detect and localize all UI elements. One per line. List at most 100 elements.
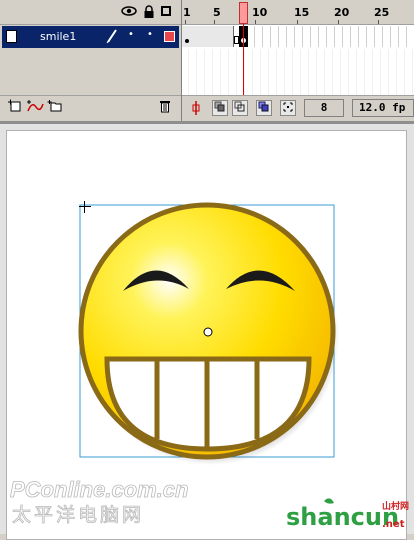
frame-rate-field[interactable]: 12.0 fp [352, 99, 414, 117]
tick-mark [378, 20, 379, 24]
frame-cell[interactable] [408, 26, 414, 47]
empty-frame-column [310, 49, 317, 95]
frame-cell[interactable] [288, 26, 295, 47]
shancun-watermark: shancun 山村网 .net [286, 498, 409, 531]
pencil-icon [106, 28, 118, 48]
empty-frame-column [374, 49, 381, 95]
frame-cell[interactable] [248, 26, 255, 47]
frame-cell[interactable] [328, 26, 335, 47]
tick-mark [297, 20, 298, 24]
empty-frame-column [398, 49, 405, 95]
frame-cell[interactable] [272, 26, 279, 47]
frame-cell[interactable] [256, 26, 263, 47]
frame-cell[interactable] [336, 26, 343, 47]
empty-frame-column [262, 49, 269, 95]
empty-frame-column [230, 49, 237, 95]
playhead[interactable] [239, 2, 248, 24]
watermark-brand: PConline.com.cn [10, 477, 188, 502]
layer-row[interactable]: smile1 • • [2, 26, 179, 48]
empty-frame-column [246, 49, 253, 95]
frame-cell[interactable] [352, 26, 359, 47]
lock-dot-icon[interactable]: • [147, 29, 153, 40]
tick-label: 25 [374, 6, 390, 19]
empty-frame-column [294, 49, 301, 95]
empty-frame-column [270, 49, 277, 95]
frame-cell[interactable] [360, 26, 367, 47]
layer-color-swatch[interactable] [164, 31, 175, 42]
empty-frame-column [206, 49, 213, 95]
layers-panel: smile1 • • [0, 0, 182, 122]
visibility-dot-icon[interactable]: • [128, 29, 134, 40]
frame-cell[interactable] [264, 26, 271, 47]
layer-header [0, 0, 181, 25]
empty-frame-column [350, 49, 357, 95]
frames-area: 1 5 10 15 20 25 8 12.0 fp [182, 0, 414, 122]
timeline-status-bar: 8 12.0 fp [182, 95, 414, 122]
tick-mark [185, 20, 186, 24]
empty-frame-column [334, 49, 341, 95]
empty-frame-column [318, 49, 325, 95]
empty-frame-column [182, 49, 189, 95]
empty-frame-column [326, 49, 333, 95]
onion-skin-icon[interactable] [212, 100, 228, 116]
frame-cell[interactable] [320, 26, 327, 47]
frame-cell[interactable] [384, 26, 391, 47]
stage-area [0, 121, 414, 540]
frame-cell[interactable] [376, 26, 383, 47]
trash-icon[interactable] [156, 99, 174, 117]
empty-frame-column [278, 49, 285, 95]
frame-cell[interactable] [392, 26, 399, 47]
insert-layer-icon[interactable] [6, 99, 24, 117]
frame-ruler[interactable]: 1 5 10 15 20 25 [182, 0, 414, 25]
empty-frame-column [366, 49, 373, 95]
watermark-cn: 太平洋电脑网 [12, 504, 144, 526]
tween-span[interactable] [182, 26, 234, 47]
empty-frame-column [406, 49, 413, 95]
tick-label: 1 [183, 6, 191, 19]
current-frame-field: 8 [304, 99, 344, 117]
insert-folder-icon[interactable] [46, 99, 64, 117]
lock-icon[interactable] [142, 5, 156, 19]
tick-mark [338, 20, 339, 24]
frame-cell[interactable] [312, 26, 319, 47]
shancun-suffix: .net [382, 519, 405, 530]
empty-frame-column [302, 49, 309, 95]
frame-row[interactable] [182, 26, 414, 48]
pconline-watermark: PConline.com.cn 太平洋电脑网 [10, 477, 189, 526]
tick-label: 5 [213, 6, 221, 19]
empty-frame-column [190, 49, 197, 95]
empty-frame-column [254, 49, 261, 95]
tick-mark [255, 20, 256, 24]
frame-cell[interactable] [344, 26, 351, 47]
empty-frame-column [286, 49, 293, 95]
transform-center-point [203, 327, 213, 337]
timeline-panel: smile1 • • 1 5 10 15 20 25 8 12.0 fp [0, 0, 414, 122]
frame-cell[interactable] [296, 26, 303, 47]
layer-toolbar [0, 95, 181, 122]
frame-cell[interactable] [368, 26, 375, 47]
tick-label: 15 [294, 6, 310, 19]
tick-mark [214, 20, 215, 24]
playhead-line [243, 24, 244, 96]
outline-icon[interactable] [161, 6, 171, 16]
layer-page-icon [6, 30, 17, 43]
empty-frame-column [222, 49, 229, 95]
layer-list-empty-area [2, 49, 179, 95]
tick-label: 10 [252, 6, 268, 19]
keyframe-start[interactable] [185, 39, 189, 43]
center-frame-icon[interactable] [188, 100, 204, 116]
onion-skin-outlines-icon[interactable] [232, 100, 248, 116]
empty-frame-column [214, 49, 221, 95]
edit-multiple-frames-icon[interactable] [256, 100, 272, 116]
layer-name[interactable]: smile1 [40, 30, 76, 43]
shancun-cn: 山村网 [382, 500, 409, 512]
registration-point-icon [79, 201, 91, 213]
add-motion-guide-icon[interactable] [26, 99, 44, 117]
frame-cell[interactable] [280, 26, 287, 47]
eye-icon[interactable] [121, 5, 137, 19]
empty-frame-column [342, 49, 349, 95]
modify-markers-icon[interactable] [280, 100, 296, 116]
frame-cell[interactable] [400, 26, 407, 47]
frame-cell[interactable] [304, 26, 311, 47]
empty-frame-column [382, 49, 389, 95]
